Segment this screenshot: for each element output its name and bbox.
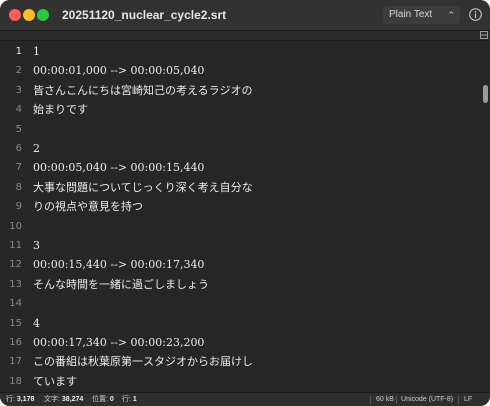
line-text: 大事な問題についてじっくり深く考え自分な — [33, 180, 253, 194]
line-number: 7 — [15, 162, 22, 174]
split-editor-icon[interactable] — [480, 31, 488, 39]
editor-line[interactable]: 8 大事な問題についてじっくり深く考え自分な — [0, 178, 480, 197]
editor-line[interactable]: 15 4 — [0, 314, 480, 333]
status-divider — [370, 396, 371, 404]
line-number: 4 — [15, 104, 22, 116]
encoding-menu[interactable]: Unicode (UTF-8) — [401, 393, 453, 406]
navigation-strip — [0, 31, 490, 41]
editor-window: 20251120_nuclear_cycle2.srt Plain Text ⌃… — [0, 0, 490, 406]
line-count: 行: 3,178 — [6, 396, 35, 403]
minimize-window-button[interactable] — [23, 9, 35, 21]
line-text: 2 — [33, 142, 40, 155]
file-size: 60 kB — [376, 396, 394, 403]
editor-line[interactable]: 12 00:00:15,440 --> 00:00:17,340 — [0, 255, 480, 274]
maximize-window-button[interactable] — [37, 9, 49, 21]
syntax-mode-label: Plain Text — [389, 9, 433, 20]
line-number: 3 — [15, 84, 22, 96]
line-number: 18 — [9, 375, 22, 387]
line-text: りの視点や意見を持つ — [33, 200, 143, 214]
line-text: そんな時間を一緒に過ごしましょう — [33, 277, 209, 291]
editor-line[interactable]: 7 00:00:05,040 --> 00:00:15,440 — [0, 158, 480, 177]
line-number: 10 — [9, 220, 22, 232]
status-divider — [458, 396, 459, 404]
line-number: 5 — [15, 123, 22, 135]
status-divider — [396, 396, 397, 404]
line-number: 11 — [9, 240, 22, 251]
cursor-position: 位置: 0 — [92, 396, 114, 403]
editor-line[interactable]: 9 りの視点や意見を持つ — [0, 197, 480, 216]
line-text: 00:00:01,000 --> 00:00:05,040 — [33, 64, 205, 78]
syntax-mode-select[interactable]: Plain Text ⌃ — [383, 6, 460, 24]
cursor-line: 行: 1 — [122, 396, 137, 403]
editor-line[interactable]: 16 00:00:17,340 --> 00:00:23,200 — [0, 333, 480, 352]
editor-line[interactable]: 3 皆さんこんにちは宮崎知己の考えるラジオの — [0, 81, 480, 100]
line-number: 17 — [9, 356, 22, 368]
up-down-chevron-icon: ⌃ — [447, 10, 455, 20]
editor-line[interactable]: 5 — [0, 120, 480, 139]
line-text: この番組は秋葉原第一スタジオからお届けし — [33, 355, 253, 369]
editor-line[interactable]: 17 この番組は秋葉原第一スタジオからお届けし — [0, 352, 480, 371]
line-number: 15 — [9, 317, 22, 329]
char-count: 文字: 38,274 — [44, 396, 84, 403]
editor-line[interactable]: 2 00:00:01,000 --> 00:00:05,040 — [0, 61, 480, 80]
line-number: 1 — [15, 46, 22, 57]
line-text: 1 — [33, 45, 40, 58]
editor-line[interactable]: 14 — [0, 294, 480, 313]
editor-line[interactable]: 11 3 — [0, 236, 480, 255]
status-bar: 行: 3,178 文字: 38,274 位置: 0 行: 1 60 kB Uni… — [0, 392, 490, 406]
line-text: 皆さんこんにちは宮崎知己の考えるラジオの — [33, 83, 253, 97]
window-title: 20251120_nuclear_cycle2.srt — [62, 8, 227, 22]
line-number: 8 — [15, 181, 22, 193]
line-ending-menu[interactable]: LF — [464, 393, 472, 406]
editor-line[interactable]: 11 — [0, 42, 480, 61]
line-text: 00:00:05,040 --> 00:00:15,440 — [33, 161, 205, 175]
vertical-scrollbar[interactable] — [483, 85, 488, 103]
line-text: 00:00:17,340 --> 00:00:23,200 — [33, 336, 205, 349]
line-number: 16 — [9, 337, 22, 348]
line-number: 9 — [15, 201, 22, 213]
line-text: 3 — [33, 239, 40, 252]
line-number: 12 — [9, 259, 22, 271]
editor-line[interactable]: 62 — [0, 139, 480, 158]
editor-line[interactable]: 4 始まりです — [0, 100, 480, 119]
title-bar: 20251120_nuclear_cycle2.srt Plain Text ⌃ — [0, 0, 490, 31]
line-number: 13 — [9, 278, 22, 290]
line-text: 4 — [33, 316, 40, 330]
line-text: 00:00:15,440 --> 00:00:17,340 — [33, 258, 205, 272]
text-editor[interactable]: 1 1 2 00:00:01,000 --> 00:00:05,040 3 皆さんこんにち… — [0, 41, 490, 392]
editor-line[interactable]: 10 — [0, 217, 480, 236]
line-number: 6 — [15, 143, 22, 154]
line-number: 14 — [9, 298, 22, 310]
line-text: 始まりです — [33, 103, 88, 117]
editor-line[interactable]: 18 ています — [0, 372, 480, 391]
line-number: 2 — [15, 65, 22, 77]
line-text: ています — [33, 374, 77, 388]
close-window-button[interactable] — [9, 9, 21, 21]
editor-line[interactable]: 13 そんな時間を一緒に過ごしましょう — [0, 275, 480, 294]
info-icon[interactable] — [469, 8, 482, 21]
